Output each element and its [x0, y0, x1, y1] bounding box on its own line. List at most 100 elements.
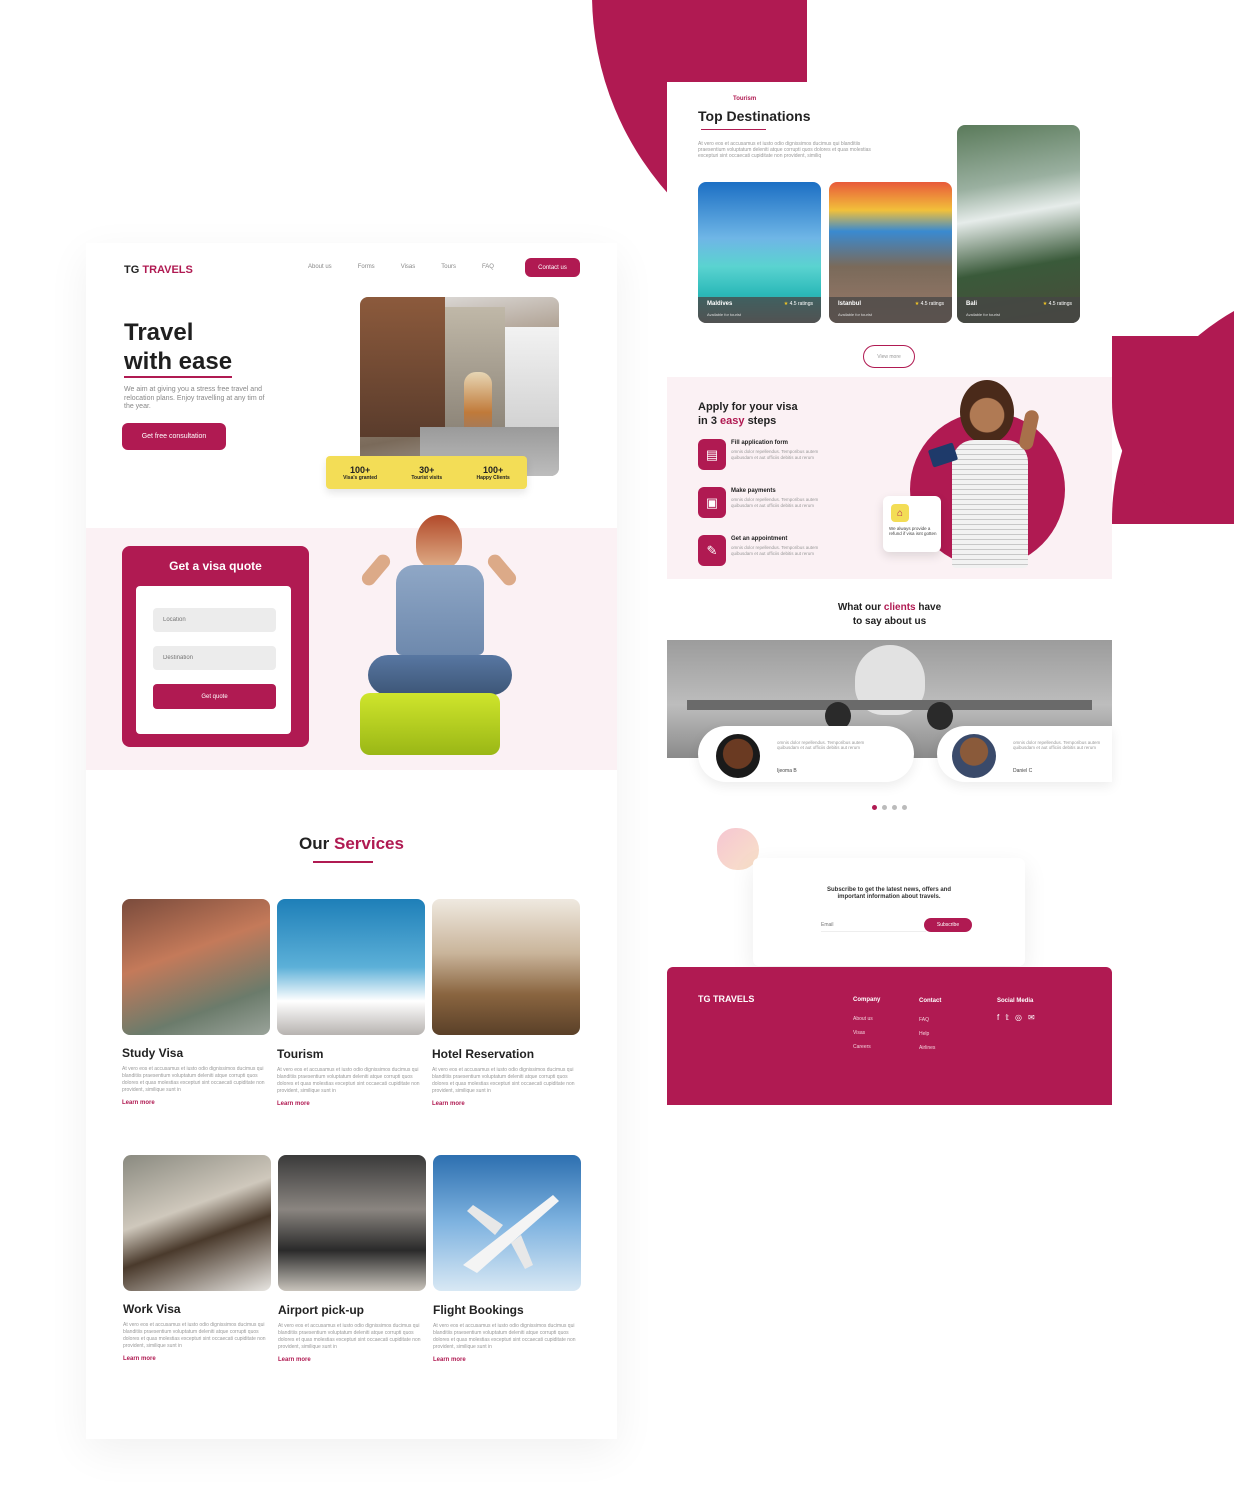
carousel-dot[interactable] — [892, 805, 897, 810]
footer-link-airlines[interactable]: Airlines — [919, 1041, 935, 1055]
nav-item-about[interactable]: About us — [308, 264, 332, 270]
testimonials-title-prefix: What our — [837, 602, 882, 613]
instagram-icon[interactable]: ◎ — [1015, 1013, 1022, 1022]
stat-label: Visa's granted — [343, 474, 378, 481]
view-more-button[interactable]: View more — [863, 345, 915, 368]
free-consultation-button[interactable]: Get free consultation — [122, 423, 226, 450]
service-photo — [277, 899, 425, 1035]
hero-subtitle: We aim at giving you a stress free trave… — [124, 386, 265, 410]
services-heading: Our Services — [86, 834, 617, 854]
service-card-work-visa[interactable]: Work Visa At vero eos et accusamus et iu… — [123, 1155, 271, 1362]
visa-title-highlight: easy — [720, 415, 745, 427]
footer-brand[interactable]: TG TRAVELS — [698, 994, 754, 1004]
step-title: Make payments — [731, 488, 776, 494]
destination-card-istanbul[interactable]: Istanbul ★ 4.5 ratings Available for tou… — [829, 182, 952, 323]
service-title: Tourism — [277, 1047, 324, 1061]
nav-item-forms[interactable]: Forms — [358, 264, 375, 270]
mail-icon[interactable]: ✉ — [1028, 1013, 1035, 1022]
brand-logo[interactable]: TG TRAVELS — [124, 264, 193, 276]
service-card-flight[interactable]: Flight Bookings At vero eos et accusamus… — [433, 1155, 581, 1363]
testimonials-title-highlight: clients — [883, 602, 916, 613]
visa-title-line2: in 3 easy steps — [698, 414, 798, 428]
step-description: omnis dolor repellendus. Temporibus aute… — [731, 449, 819, 460]
footer-contact-links: FAQ Help Airlines — [919, 1013, 935, 1055]
visa-quote-card: Get a visa quote Get quote — [122, 546, 309, 747]
stat-value: 100+ — [482, 464, 504, 475]
get-quote-button[interactable]: Get quote — [153, 684, 276, 709]
facebook-icon[interactable]: f — [997, 1013, 999, 1022]
footer-link-about[interactable]: About us — [853, 1012, 873, 1026]
learn-more-link[interactable]: Learn more — [278, 1357, 426, 1363]
destinations-title: Top Destinations — [698, 108, 811, 124]
testimonials-title-line1: What our clients have — [667, 601, 1112, 615]
stat-value: 30+ — [419, 464, 435, 475]
learn-more-link[interactable]: Learn more — [277, 1101, 425, 1107]
learn-more-link[interactable]: Learn more — [432, 1101, 580, 1107]
star-icon: ★ — [783, 301, 789, 307]
services-heading-prefix: Our — [299, 834, 330, 853]
step-description: omnis dolor repellendus. Temporibus aute… — [731, 497, 819, 508]
email-input[interactable] — [821, 918, 926, 932]
star-icon: ★ — [1042, 301, 1048, 307]
destination-input[interactable] — [153, 646, 276, 670]
service-title: Airport pick-up — [278, 1303, 364, 1317]
destination-name: Istanbul — [838, 301, 862, 307]
destinations-description: At vero eos et accusamus et iusto odio d… — [698, 141, 871, 159]
service-title: Study Visa — [122, 1046, 184, 1060]
destination-name: Bali — [966, 301, 978, 307]
footer-contact-title: Contact — [919, 998, 942, 1004]
footer-link-visas[interactable]: Visas — [853, 1026, 873, 1040]
landing-page-right: Tourism Top Destinations At vero eos et … — [667, 82, 1112, 1105]
destination-sub: Available for tourist — [707, 312, 741, 317]
destination-rating: ★ 4.5 ratings — [784, 301, 813, 307]
service-description: At vero eos et accusamus et iusto odio d… — [277, 1067, 420, 1094]
contact-button[interactable]: Contact us — [525, 258, 580, 277]
visa-steps-title: Apply for your visa in 3 easy steps — [698, 400, 798, 428]
service-card-airport-pickup[interactable]: Airport pick-up At vero eos et accusamus… — [278, 1155, 426, 1363]
destination-card-maldives[interactable]: Maldives ★ 4.5 ratings Available for tou… — [698, 182, 821, 323]
avatar — [716, 734, 760, 778]
learn-more-link[interactable]: Learn more — [123, 1356, 271, 1362]
learn-more-link[interactable]: Learn more — [433, 1357, 581, 1363]
testimonial-card-1: omnis dolor repellendus. Temporibus aute… — [698, 726, 914, 782]
service-title: Flight Bookings — [433, 1303, 524, 1317]
testimonial-card-2: omnis dolor repellendus. Temporibus aute… — [937, 726, 1112, 782]
footer-link-help[interactable]: Help — [919, 1027, 935, 1041]
destination-card-bali[interactable]: Bali ★ 4.5 ratings Available for tourist — [957, 125, 1080, 323]
footer-social-icons: f 𝕥 ◎ ✉ — [997, 1013, 1035, 1022]
destination-rating-text: 4.5 ratings — [920, 301, 944, 307]
stat-label: Happy Clients — [476, 474, 510, 481]
services-underline — [313, 861, 373, 863]
visa-title-suffix: steps — [747, 415, 777, 427]
carousel-dot[interactable] — [882, 805, 887, 810]
carousel-dot-active[interactable] — [872, 805, 877, 810]
service-title: Hotel Reservation — [432, 1047, 535, 1061]
nav-item-visas[interactable]: Visas — [401, 264, 416, 270]
nav-item-tours[interactable]: Tours — [441, 264, 456, 270]
service-card-study-visa[interactable]: Study Visa At vero eos et accusamus et i… — [122, 899, 270, 1106]
woman-with-passport-photo — [927, 380, 1042, 568]
refund-icon: ⌂ — [891, 504, 909, 522]
subscribe-text: Subscribe to get the latest news, offers… — [826, 887, 952, 900]
footer-link-faq[interactable]: FAQ — [919, 1013, 935, 1027]
stat-visas: 100+ Visa's granted — [343, 465, 377, 481]
appointment-icon: ✎ — [698, 535, 726, 566]
hero-title-line2: with ease — [124, 347, 233, 378]
service-card-hotel[interactable]: Hotel Reservation At vero eos et accusam… — [432, 899, 580, 1107]
nav-item-faq[interactable]: FAQ — [482, 264, 494, 270]
step-title: Get an appointment — [731, 536, 788, 542]
testimonials-title-line2: to say about us — [852, 616, 927, 627]
carousel-dot[interactable] — [902, 805, 907, 810]
footer-link-careers[interactable]: Careers — [853, 1040, 873, 1054]
service-photo — [433, 1155, 581, 1291]
destinations-underline — [701, 129, 766, 130]
location-input[interactable] — [153, 608, 276, 632]
twitter-icon[interactable]: 𝕥 — [1005, 1013, 1009, 1022]
service-card-tourism[interactable]: Tourism At vero eos et accusamus et iust… — [277, 899, 425, 1107]
visa-title-line1: Apply for your visa — [698, 401, 798, 413]
footer-social-title: Social Media — [997, 998, 1034, 1004]
avatar — [952, 734, 996, 778]
learn-more-link[interactable]: Learn more — [122, 1100, 270, 1106]
subscribe-button[interactable]: Subscribe — [924, 918, 972, 932]
testimonial-name: Daniel C — [1013, 768, 1033, 774]
